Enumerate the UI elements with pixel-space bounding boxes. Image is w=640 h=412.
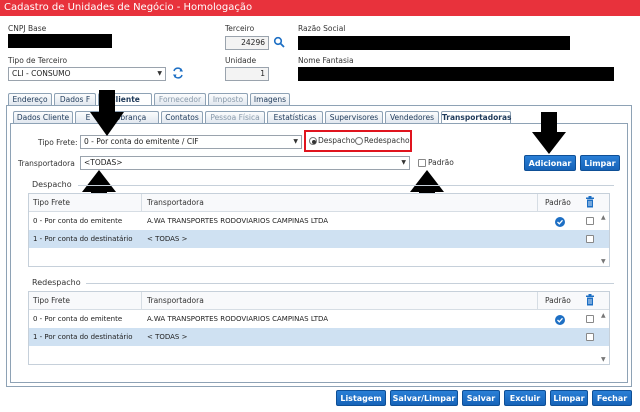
table-row[interactable]: 0 - Por conta do emitente A.WA TRANSPORT…: [29, 212, 609, 230]
redespacho-grid-header: Tipo Frete Transportadora Padrão: [29, 292, 609, 310]
tipo-frete-label: Tipo Frete:: [38, 138, 78, 147]
col-tipo-frete[interactable]: Tipo Frete: [33, 296, 70, 305]
listagem-button[interactable]: Listagem: [336, 390, 386, 406]
refresh-icon[interactable]: [172, 67, 184, 79]
col-padrao[interactable]: Padrão: [545, 198, 571, 207]
radio-redespacho-label[interactable]: Redespacho: [364, 136, 410, 145]
scroll-down-icon[interactable]: ▼: [601, 356, 606, 363]
chevron-down-icon: ▼: [157, 70, 162, 77]
row-delete-checkbox[interactable]: [586, 235, 594, 243]
arrow-down-icon: [532, 112, 566, 154]
col-transportadora[interactable]: Transportadora: [147, 198, 204, 207]
transportadora-value: <TODAS>: [84, 158, 123, 167]
unidade-label: Unidade: [225, 56, 257, 65]
chevron-down-icon: ▼: [293, 138, 298, 145]
fechar-button[interactable]: Fechar: [592, 390, 632, 406]
chevron-down-icon: ▼: [401, 159, 406, 166]
scroll-up-icon[interactable]: ▲: [601, 214, 606, 221]
tipo-frete-value: 0 - Por conta do emitente / CIF: [84, 137, 199, 146]
adicionar-button[interactable]: Adicionar: [524, 155, 576, 171]
section-divider: [86, 283, 614, 284]
tipo-frete-select[interactable]: 0 - Por conta do emitente / CIF ▼: [80, 135, 302, 149]
trash-icon[interactable]: [585, 196, 595, 210]
radio-despacho[interactable]: [309, 137, 317, 145]
nome-fantasia-field-redacted[interactable]: [298, 67, 614, 81]
window-title: Cadastro de Unidades de Negócio - Homolo…: [0, 0, 640, 16]
razao-social-label: Razão Social: [298, 24, 346, 33]
despacho-grid-header: Tipo Frete Transportadora Padrão: [29, 194, 609, 212]
tipo-terceiro-label: Tipo de Terceiro: [8, 56, 68, 65]
section-divider: [78, 185, 614, 186]
row-delete-checkbox[interactable]: [586, 333, 594, 341]
cell-tipo-frete: 1 - Por conta do destinatário: [33, 235, 133, 243]
trash-icon[interactable]: [585, 294, 595, 308]
redespacho-grid: Tipo Frete Transportadora Padrão 0 - Por…: [28, 291, 610, 365]
cell-transportadora: A.WA TRANSPORTES RODOVIARIOS CAMPINAS LT…: [147, 217, 329, 225]
nome-fantasia-label: Nome Fantasia: [298, 56, 354, 65]
tipo-terceiro-value: CLI - CONSUMO: [12, 69, 71, 78]
table-row[interactable]: 1 - Por conta do destinatário < TODAS >: [29, 230, 609, 248]
cnpj-field-redacted[interactable]: [8, 34, 112, 48]
col-divider: [141, 292, 142, 309]
cell-tipo-frete: 0 - Por conta do emitente: [33, 217, 123, 225]
col-padrao[interactable]: Padrão: [545, 296, 571, 305]
cell-transportadora: < TODAS >: [147, 235, 188, 243]
razao-social-field-redacted[interactable]: [298, 36, 570, 50]
salvar-button[interactable]: Salvar: [462, 390, 500, 406]
cell-tipo-frete: 0 - Por conta do emitente: [33, 315, 123, 323]
salvar-limpar-button[interactable]: Salvar/Limpar: [390, 390, 458, 406]
row-delete-checkbox[interactable]: [586, 217, 594, 225]
col-tipo-frete[interactable]: Tipo Frete: [33, 198, 70, 207]
col-divider: [537, 292, 538, 309]
padrao-checkbox[interactable]: [418, 159, 426, 167]
col-transportadora[interactable]: Transportadora: [147, 296, 204, 305]
transportadora-label: Transportadora: [18, 159, 75, 168]
cell-transportadora: < TODAS >: [147, 333, 188, 341]
col-divider: [141, 194, 142, 211]
arrow-down-icon: [90, 90, 124, 136]
excluir-button[interactable]: Excluir: [504, 390, 546, 406]
radio-redespacho[interactable]: [355, 137, 363, 145]
cnpj-label: CNPJ Base: [8, 24, 47, 33]
col-divider: [537, 194, 538, 211]
tipo-terceiro-select[interactable]: CLI - CONSUMO ▼: [8, 67, 166, 81]
cell-tipo-frete: 1 - Por conta do destinatário: [33, 333, 133, 341]
transportadora-select[interactable]: <TODAS> ▼: [80, 156, 410, 170]
redespacho-section-title: Redespacho: [32, 278, 81, 287]
scroll-down-icon[interactable]: ▼: [601, 258, 606, 265]
row-delete-checkbox[interactable]: [586, 315, 594, 323]
padrao-label: Padrão: [428, 158, 454, 167]
table-row[interactable]: 0 - Por conta do emitente A.WA TRANSPORT…: [29, 310, 609, 328]
table-row[interactable]: 1 - Por conta do destinatário < TODAS >: [29, 328, 609, 346]
despacho-grid: Tipo Frete Transportadora Padrão 0 - Por…: [28, 193, 610, 267]
scroll-up-icon[interactable]: ▲: [601, 312, 606, 319]
terceiro-field[interactable]: 24296: [225, 36, 269, 50]
despacho-section-title: Despacho: [32, 180, 72, 189]
cell-transportadora: A.WA TRANSPORTES RODOVIARIOS CAMPINAS LT…: [147, 315, 329, 323]
terceiro-label: Terceiro: [225, 24, 255, 33]
limpar-button[interactable]: Limpar: [550, 390, 588, 406]
limpar-form-button[interactable]: Limpar: [580, 155, 620, 171]
unidade-field[interactable]: 1: [225, 67, 269, 81]
search-icon[interactable]: [273, 36, 285, 48]
radio-despacho-label[interactable]: Despacho: [318, 136, 355, 145]
